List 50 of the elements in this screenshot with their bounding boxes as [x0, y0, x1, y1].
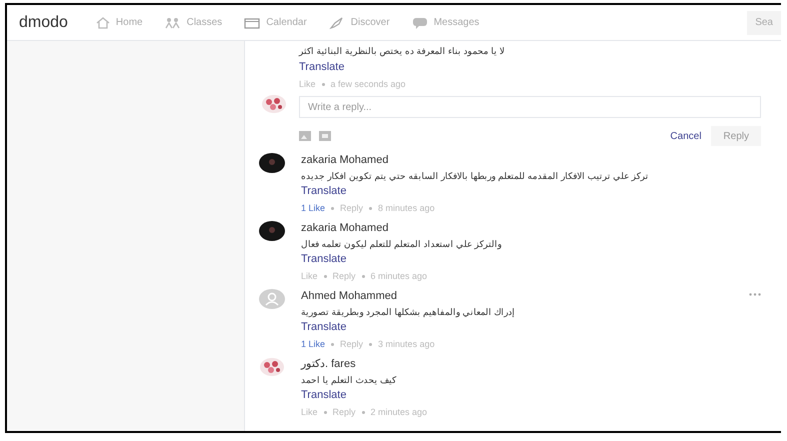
reply-link[interactable]: Reply: [340, 338, 364, 350]
reply-input[interactable]: Write a reply...: [299, 96, 761, 118]
reply-link[interactable]: Reply: [332, 406, 356, 418]
logo[interactable]: dmodo: [19, 10, 68, 34]
more-icon[interactable]: [749, 293, 761, 296]
search-field[interactable]: Sea: [747, 10, 781, 34]
timestamp: 6 minutes ago: [370, 270, 428, 282]
like-link[interactable]: Like: [301, 406, 318, 418]
comment-text: لا يا محمود بناء المعرفة ده يختص بالنظرية البنائية اكثر: [299, 45, 505, 57]
timestamp: 3 minutes ago: [378, 338, 435, 350]
like-link[interactable]: 1 Like: [301, 202, 326, 214]
avatar: [259, 357, 285, 377]
timestamp: a few seconds ago: [330, 78, 406, 90]
comment-text: إدراك المعاني والمفاهيم بشكلها المجرد وبطريقة تصورية: [301, 306, 516, 318]
like-link[interactable]: 1 Like: [301, 338, 326, 350]
like-link[interactable]: Like: [301, 270, 318, 282]
author-name: zakaria Mohamed: [301, 221, 388, 235]
like-link[interactable]: Like: [299, 78, 316, 90]
avatar: [259, 153, 285, 173]
nav-link[interactable]: Discover: [328, 15, 390, 30]
translate-link[interactable]: Translate: [299, 60, 344, 74]
timestamp: 2 minutes ago: [370, 406, 428, 418]
translate-link[interactable]: Translate: [301, 184, 346, 198]
author-name: zakaria Mohamed: [301, 153, 388, 167]
nav-link[interactable]: Messages: [412, 15, 480, 30]
nav-link[interactable]: Home: [96, 15, 143, 30]
comment-text: كيف يحدث التعلم يا احمد: [301, 374, 396, 386]
comment-text: تركز علي ترتيب الافكار المقدمه للمتعلم وربطها بالافكار السابقه حتي يتم تكوين افكار جديده: [301, 170, 649, 182]
avatar: [259, 289, 285, 309]
people-icon: [164, 16, 181, 28]
translate-link[interactable]: Translate: [301, 388, 346, 402]
video-icon[interactable]: [319, 131, 331, 141]
translate-link[interactable]: Translate: [301, 320, 346, 334]
cancel-link[interactable]: Cancel: [670, 128, 702, 144]
home-icon: [96, 16, 110, 28]
calendar-icon: [244, 16, 260, 28]
reply-link[interactable]: Reply: [332, 270, 356, 282]
translate-link[interactable]: Translate: [301, 252, 346, 266]
reply-link[interactable]: Reply: [340, 202, 364, 214]
nav-link[interactable]: Classes: [164, 15, 222, 30]
rocket-icon: [328, 16, 345, 28]
comment-text: والتركز علي استعداد المتعلم للتعلم ليكون تعلمه فعال: [301, 238, 502, 250]
author-name: دكتور. fares: [301, 357, 356, 371]
author-name: Ahmed Mohammed: [301, 289, 397, 303]
avatar: [261, 94, 287, 114]
avatar: [259, 221, 285, 241]
nav-link[interactable]: Calendar: [244, 15, 307, 30]
timestamp: 8 minutes ago: [378, 202, 435, 214]
chat-icon: [412, 16, 428, 28]
image-icon[interactable]: [299, 131, 311, 141]
